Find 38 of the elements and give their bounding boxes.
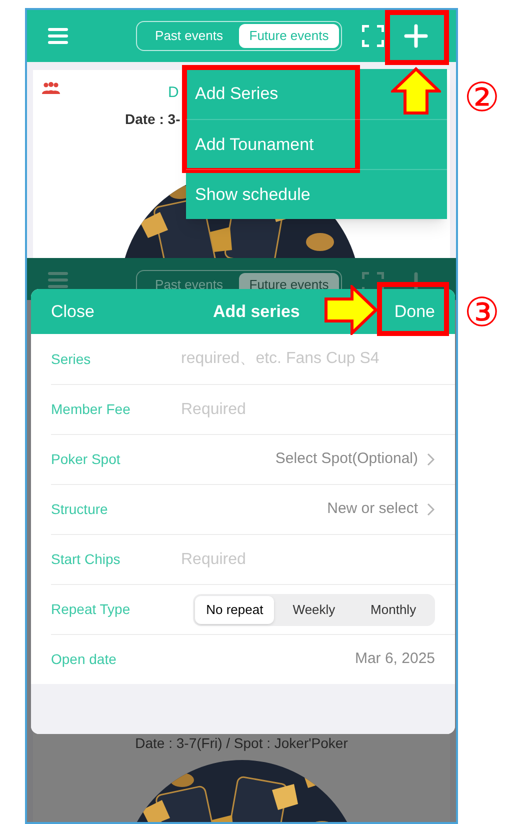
- input-field[interactable]: Required: [181, 394, 435, 424]
- segment-option[interactable]: Monthly: [354, 596, 433, 624]
- menu-item[interactable]: Show schedule: [186, 169, 447, 219]
- menu-item[interactable]: Add Series: [186, 69, 447, 119]
- highlight-frame: [377, 282, 449, 336]
- highlight-frame: [385, 10, 449, 65]
- chevron-icon: [427, 503, 435, 516]
- input-field[interactable]: Required: [181, 544, 435, 574]
- close-button[interactable]: Close: [51, 298, 94, 324]
- select-value[interactable]: Select Spot(Optional): [275, 448, 418, 471]
- segment-option[interactable]: Weekly: [274, 596, 354, 624]
- menu-item[interactable]: Add Tounament: [186, 119, 447, 169]
- chevron-icon: [427, 453, 435, 466]
- field-label: Start Chips: [51, 550, 122, 569]
- field-label: Member Fee: [51, 400, 132, 419]
- segment-tab[interactable]: Future events: [239, 24, 339, 48]
- step-number: ②: [464, 78, 500, 118]
- select-value[interactable]: New or select: [327, 498, 418, 521]
- field-label: Series: [51, 350, 92, 368]
- segment-tab[interactable]: Past events: [139, 24, 239, 48]
- step-number: ③: [464, 293, 500, 333]
- event-date: Date : 3-: [125, 110, 182, 128]
- field-label: Structure: [51, 500, 109, 519]
- dialog-title: Add series: [212, 300, 300, 323]
- field-label: Open date: [51, 650, 118, 669]
- segment-tab[interactable]: Past events: [139, 273, 239, 297]
- done-button[interactable]: Done: [394, 298, 435, 324]
- menu-icon[interactable]: [48, 28, 68, 44]
- menu-icon[interactable]: [48, 272, 68, 288]
- pointer-arrow: [391, 67, 441, 115]
- field-label: Poker Spot: [51, 450, 122, 469]
- input-field[interactable]: required、etc. Fans Cup S4: [181, 344, 435, 374]
- field-value[interactable]: Mar 6, 2025: [354, 648, 435, 671]
- group-icon: [42, 82, 60, 94]
- field-label: Repeat Type: [51, 600, 132, 619]
- segment-option[interactable]: No repeat: [195, 596, 274, 624]
- event-title: D: [168, 83, 179, 103]
- event-date: Date : 3-7(Fri) / Spot : Joker'Poker: [135, 734, 348, 753]
